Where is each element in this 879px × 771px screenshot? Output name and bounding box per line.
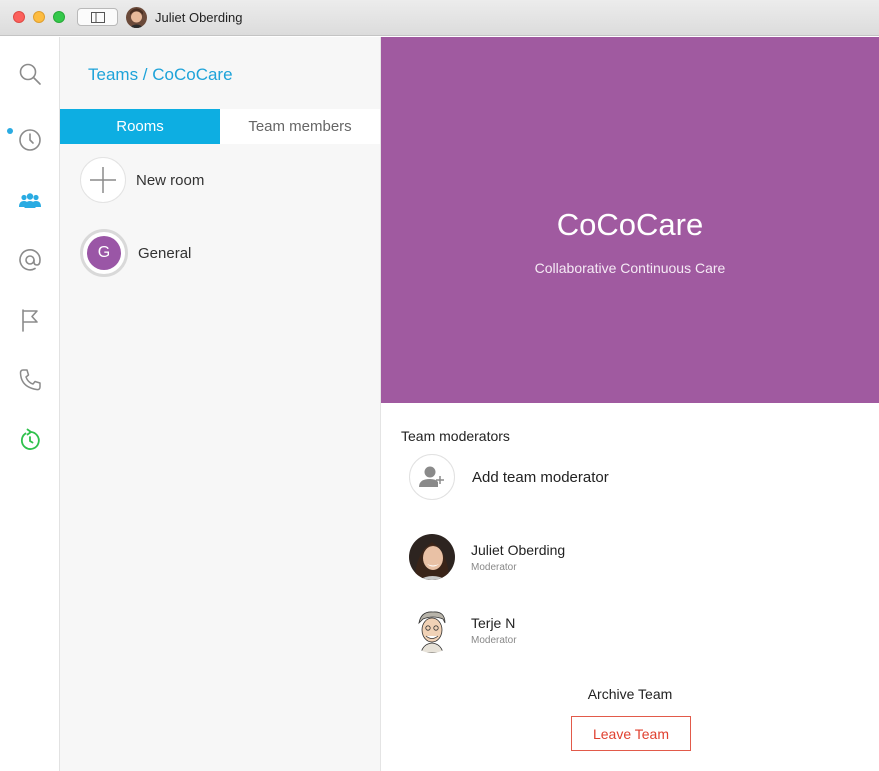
close-window-button[interactable] xyxy=(13,11,25,23)
member-role: Moderator xyxy=(471,634,517,646)
member-name: Terje N xyxy=(471,614,516,631)
sidebar-icon xyxy=(91,12,105,23)
tab-bar: Rooms Team members xyxy=(60,109,380,144)
calls-icon[interactable] xyxy=(18,368,42,392)
search-icon[interactable] xyxy=(18,62,42,86)
plus-icon xyxy=(80,157,126,203)
leave-team-button[interactable]: Leave Team xyxy=(571,716,691,751)
member-name: Juliet Oberding xyxy=(471,541,566,558)
sidebar-toggle-button[interactable] xyxy=(77,8,118,26)
archive-team-button[interactable]: Archive Team xyxy=(381,686,879,702)
teams-panel: Teams / CoCoCare Rooms Team members New … xyxy=(60,37,381,771)
avatar xyxy=(409,534,455,580)
member-role: Moderator xyxy=(471,561,517,573)
room-avatar-ring: G xyxy=(80,229,128,277)
moderators-heading: Team moderators xyxy=(401,428,510,444)
team-title: CoCoCare xyxy=(556,207,704,242)
member-info: Juliet Oberding Moderator xyxy=(471,542,565,573)
tab-rooms[interactable]: Rooms xyxy=(60,109,220,144)
member-info: Terje N Moderator xyxy=(471,615,517,646)
user-name: Juliet Oberding xyxy=(155,10,243,25)
add-moderator-label: Add team moderator xyxy=(472,468,609,486)
nav-rail xyxy=(0,37,60,771)
recents-icon[interactable] xyxy=(18,128,42,152)
moderator-row[interactable]: Juliet Oberding Moderator xyxy=(409,534,565,580)
maximize-window-button[interactable] xyxy=(53,11,65,23)
meetings-icon[interactable] xyxy=(18,428,42,452)
tab-team-members[interactable]: Team members xyxy=(220,109,380,144)
flag-icon[interactable] xyxy=(18,308,42,332)
team-description: Collaborative Continuous Care xyxy=(534,260,726,276)
mentions-icon[interactable] xyxy=(18,248,42,272)
moderator-row[interactable]: Terje N Moderator xyxy=(409,607,517,653)
avatar xyxy=(409,607,455,653)
unread-indicator xyxy=(7,128,13,134)
add-user-icon xyxy=(409,454,455,500)
title-bar: Juliet Oberding xyxy=(0,0,879,36)
add-moderator-button[interactable]: Add team moderator xyxy=(409,454,609,500)
room-name: General xyxy=(138,244,192,262)
room-avatar: G xyxy=(87,236,121,270)
room-item-general[interactable]: G General xyxy=(80,229,191,277)
breadcrumb[interactable]: Teams / CoCoCare xyxy=(88,65,233,85)
user-avatar[interactable] xyxy=(126,7,147,28)
minimize-window-button[interactable] xyxy=(33,11,45,23)
new-room-button[interactable]: New room xyxy=(80,157,204,203)
teams-icon[interactable] xyxy=(18,189,42,213)
new-room-label: New room xyxy=(136,171,205,189)
team-banner: CoCoCare Collaborative Continuous Care xyxy=(381,37,879,403)
